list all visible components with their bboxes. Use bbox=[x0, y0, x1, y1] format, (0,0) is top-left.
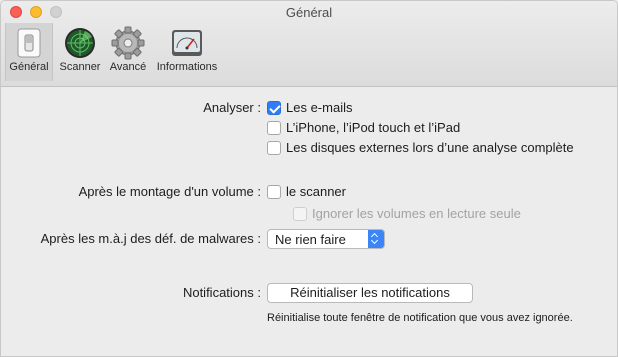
malware-update-label: Après les m.à.j des déf. de malwares : bbox=[40, 231, 261, 246]
tab-general[interactable]: Général bbox=[5, 23, 53, 81]
gauge-icon bbox=[172, 30, 202, 56]
mount-scanner-option[interactable]: le scanner bbox=[267, 184, 346, 199]
mount-scanner-checkbox[interactable] bbox=[267, 184, 281, 199]
ignore-readonly-label: Ignorer les volumes en lecture seule bbox=[312, 206, 521, 221]
chevron-updown-icon bbox=[368, 230, 384, 248]
malware-update-value: Ne rien faire bbox=[275, 231, 346, 247]
notifications-help-text: Réinitialise toute fenêtre de notificati… bbox=[267, 312, 573, 324]
ignore-readonly-option: Ignorer les volumes en lecture seule bbox=[293, 206, 521, 221]
gear-icon bbox=[111, 26, 145, 60]
external-disks-option[interactable]: Les disques externes lors d’une analyse … bbox=[267, 140, 574, 155]
tab-advanced-label: Avancé bbox=[109, 61, 147, 73]
analyser-label: Analyser : bbox=[203, 100, 261, 115]
emails-label: Les e-mails bbox=[286, 100, 353, 115]
tab-scanner[interactable]: Scanner bbox=[55, 23, 105, 81]
external-disks-checkbox[interactable] bbox=[267, 140, 281, 155]
emails-option[interactable]: Les e-mails bbox=[267, 100, 352, 115]
radar-icon bbox=[65, 28, 95, 58]
mount-label: Après le montage d'un volume : bbox=[78, 184, 261, 199]
tab-general-label: Général bbox=[9, 61, 49, 73]
tab-informations[interactable]: Informations bbox=[151, 23, 223, 81]
external-disks-label: Les disques externes lors d’une analyse … bbox=[286, 140, 574, 155]
mount-scanner-label: le scanner bbox=[286, 184, 346, 199]
title-bar: Général Général Scanner Avancé Informati… bbox=[1, 1, 617, 87]
reset-notifications-button[interactable]: Réinitialiser les notifications bbox=[267, 283, 473, 303]
notifications-label: Notifications : bbox=[182, 285, 261, 300]
switch-icon bbox=[17, 28, 41, 58]
preferences-window: Général Général Scanner Avancé Informati… bbox=[0, 0, 618, 357]
ignore-readonly-checkbox bbox=[293, 206, 307, 221]
idevices-checkbox[interactable] bbox=[267, 120, 281, 135]
idevices-option[interactable]: L’iPhone, l’iPod touch et l’iPad bbox=[267, 120, 460, 135]
idevices-label: L’iPhone, l’iPod touch et l’iPad bbox=[286, 120, 461, 135]
tab-informations-label: Informations bbox=[156, 61, 218, 73]
malware-update-popup[interactable]: Ne rien faire bbox=[267, 229, 385, 249]
window-title: Général bbox=[285, 5, 333, 20]
emails-checkbox[interactable] bbox=[267, 100, 281, 115]
tab-advanced[interactable]: Avancé bbox=[105, 23, 151, 81]
tab-scanner-label: Scanner bbox=[59, 61, 101, 73]
